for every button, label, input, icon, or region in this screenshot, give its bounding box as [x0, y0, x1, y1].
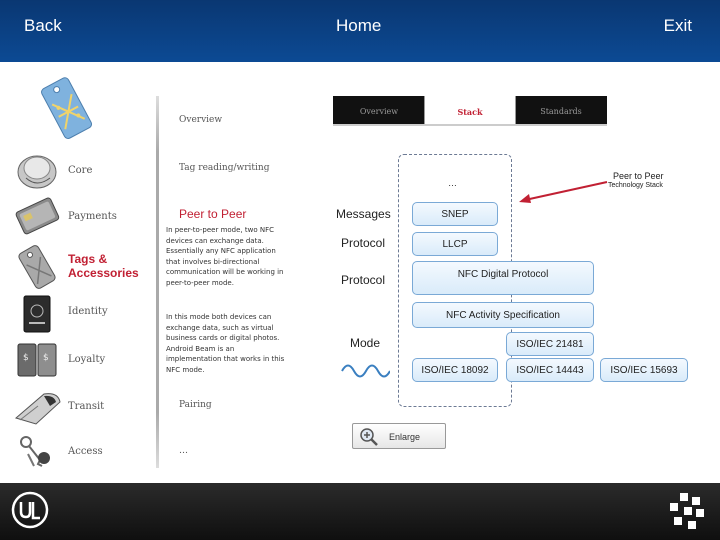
payments-icon [15, 197, 60, 235]
sidebar-item-transit[interactable]: Transit [0, 384, 160, 430]
radio-wave-icon [341, 364, 390, 378]
ul-logo-icon [11, 491, 49, 529]
menu-more[interactable]: … [179, 446, 188, 456]
layer-label-mode: Mode [350, 336, 381, 350]
layer-label-messages: Messages [336, 207, 391, 221]
loyalty-icon: $ $ [17, 343, 57, 377]
menu-tag-reading-writing[interactable]: Tag reading/writing [179, 163, 269, 173]
stack-top-ellipsis: … [448, 178, 457, 188]
menu-pairing[interactable]: Pairing [179, 400, 212, 410]
snep-box: SNEP [412, 202, 498, 226]
exit-button[interactable]: Exit [664, 16, 692, 36]
svg-text:$: $ [43, 353, 49, 363]
arrow-icon [519, 181, 608, 203]
back-button[interactable]: Back [24, 16, 62, 36]
sidebar-item-loyalty[interactable]: $ $ Loyalty [0, 338, 160, 384]
sidebar-item-identity[interactable]: Identity [0, 292, 160, 338]
section-title: Peer to Peer [179, 207, 247, 221]
sidebar-item-label: Access [68, 446, 103, 457]
sidebar-item-label: Core [68, 165, 93, 176]
description-paragraph-1: In peer-to-peer mode, two NFC devices ca… [166, 226, 284, 287]
iso-21481-box: ISO/IEC 21481 [506, 332, 594, 356]
sidebar-item-core[interactable]: Core [0, 148, 160, 194]
tab-underline [333, 124, 607, 126]
sidebar-item-label: Transit [68, 401, 105, 412]
vertical-divider [156, 96, 159, 468]
menu-overview[interactable]: Overview [179, 115, 222, 125]
description-paragraph-2: In this mode both devices can exchange d… [166, 313, 285, 374]
zoom-in-icon [360, 428, 378, 446]
sidebar-item-tags[interactable]: Tags & Accessories [0, 244, 160, 290]
bottom-bar [0, 483, 720, 540]
sidebar-item-label: Payments [68, 211, 117, 222]
tab-overview[interactable]: Overview [333, 96, 425, 124]
iso-14443-box: ISO/IEC 14443 [506, 358, 594, 382]
transit-icon [14, 393, 61, 425]
tab-standards[interactable]: Standards [515, 96, 607, 124]
sidebar-item-label: Identity [68, 306, 108, 317]
layer-label-protocol: Protocol [341, 273, 386, 287]
svg-text:$: $ [23, 353, 29, 363]
iso-18092-box: ISO/IEC 18092 [412, 358, 498, 382]
access-icon [20, 436, 50, 467]
enlarge-button[interactable]: Enlarge [352, 423, 446, 449]
sidebar-item-access[interactable]: Access [0, 430, 160, 476]
tags-icon [18, 245, 56, 289]
sidebar-item-label: Loyalty [68, 354, 106, 365]
layer-label-protocol: Protocol [341, 236, 386, 250]
iso-15693-box: ISO/IEC 15693 [600, 358, 688, 382]
identity-icon [23, 295, 51, 333]
brand-mark-icon [670, 493, 704, 529]
top-bar: Back Home Exit [0, 0, 720, 62]
llcp-box: LLCP [412, 232, 498, 256]
technology-stack-label: Technology Stack [608, 182, 663, 189]
nfc-digital-protocol-box: NFC Digital Protocol [412, 261, 594, 295]
core-icon [17, 155, 57, 189]
nfc-activity-spec-box: NFC Activity Specification [412, 302, 594, 328]
sidebar-item-label: Tags & Accessories [68, 252, 139, 280]
tab-stack[interactable]: Stack [424, 96, 516, 124]
home-button[interactable]: Home [336, 16, 381, 36]
peer-to-peer-label: Peer to Peer [613, 171, 664, 181]
enlarge-label: Enlarge [389, 432, 421, 442]
nfc-tag-image [41, 77, 93, 139]
sidebar-item-payments[interactable]: Payments [0, 194, 160, 240]
